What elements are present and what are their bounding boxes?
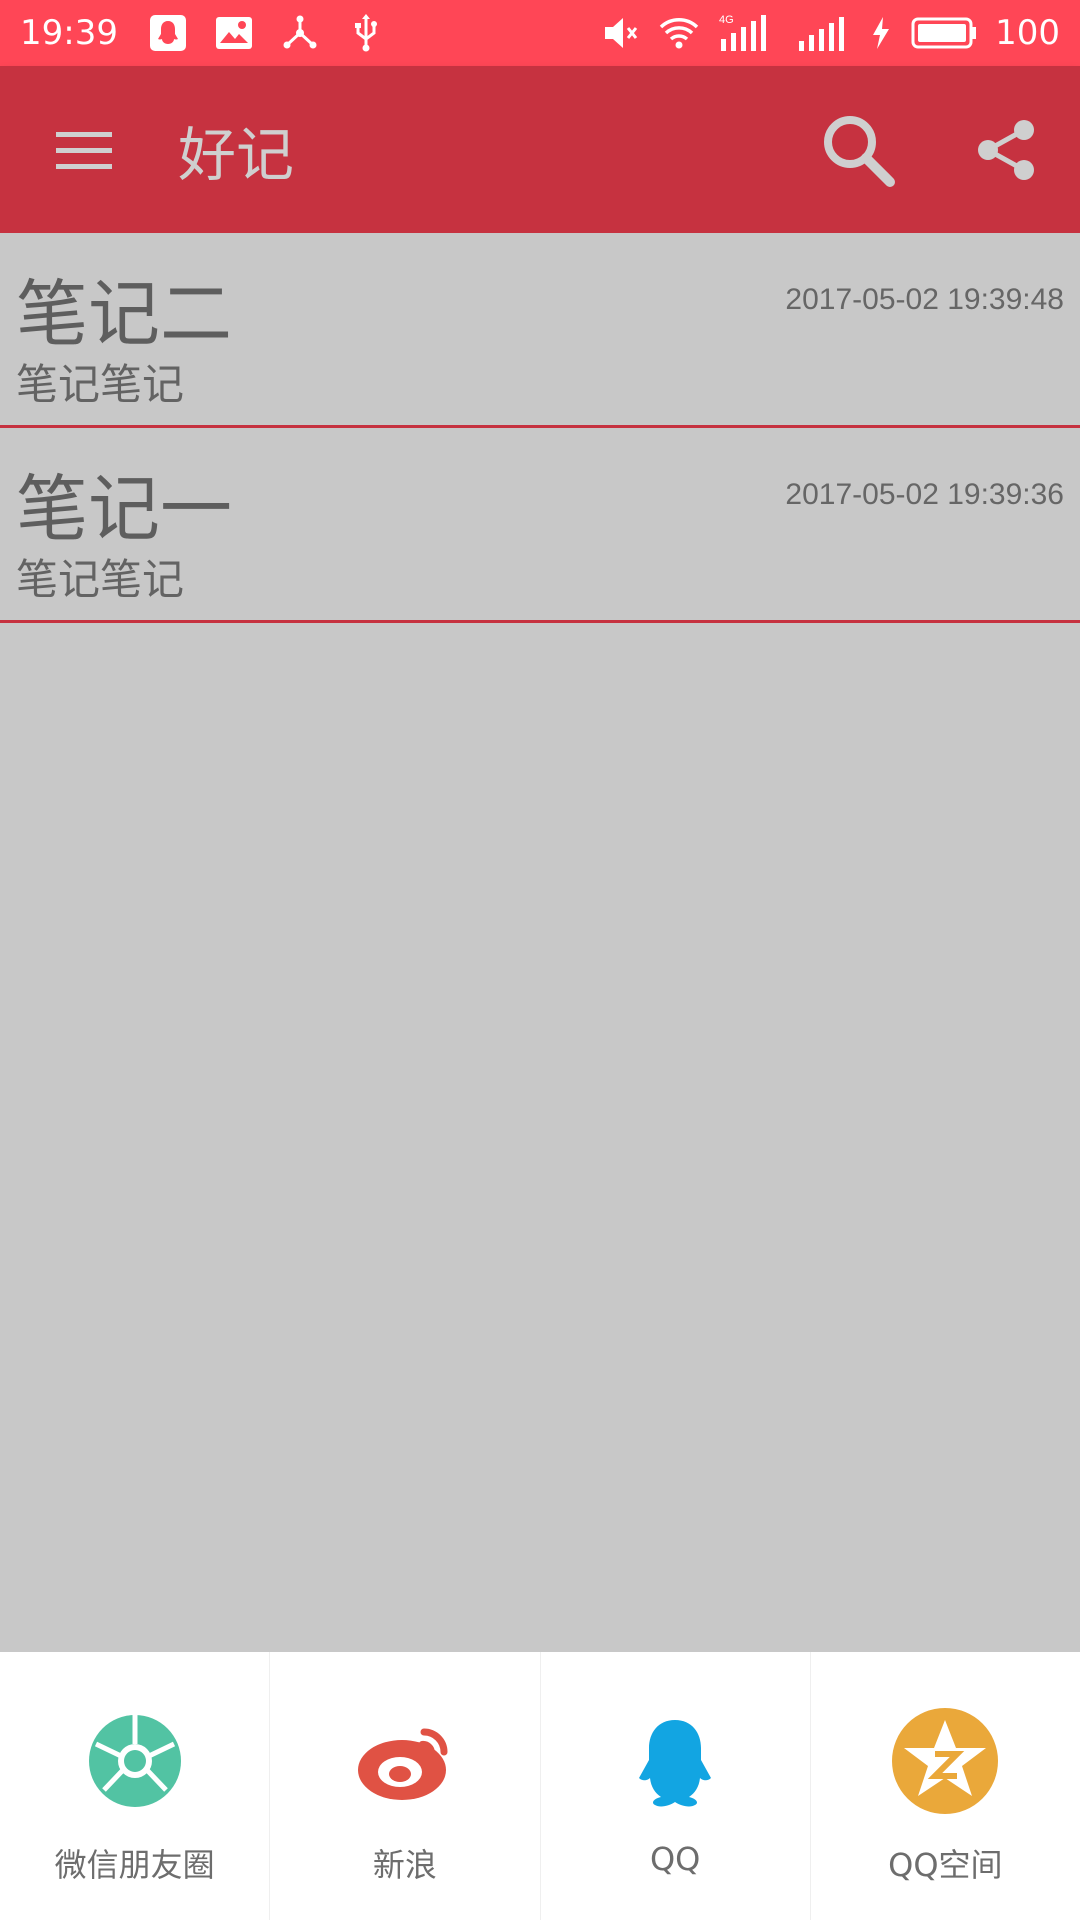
share-label: QQ空间: [888, 1846, 1003, 1884]
share-wechat-moments-button[interactable]: 微信朋友圈: [0, 1652, 271, 1920]
menu-icon[interactable]: [54, 120, 114, 180]
share-label: 微信朋友圈: [54, 1846, 215, 1884]
note-time: 2017-05-02 19:39:36: [785, 478, 1064, 511]
note-time: 2017-05-02 19:39:48: [785, 283, 1064, 316]
svg-text:4G: 4G: [719, 14, 734, 26]
weibo-icon: [350, 1706, 460, 1816]
qq-icon: [620, 1706, 730, 1816]
note-item[interactable]: 笔记二 2017-05-02 19:39:48 笔记笔记: [0, 233, 1080, 428]
share-icon[interactable]: [974, 118, 1038, 182]
note-title: 笔记二: [16, 272, 233, 356]
note-body: 笔记笔记: [16, 555, 185, 604]
signal-icon: 4G: [717, 13, 777, 53]
network-icon: [280, 13, 320, 53]
app-title: 好记: [178, 120, 295, 189]
mute-icon: [601, 13, 641, 53]
notes-list: 笔记二 2017-05-02 19:39:48 笔记笔记 笔记一 2017-05…: [0, 233, 1080, 623]
note-item[interactable]: 笔记一 2017-05-02 19:39:36 笔记笔记: [0, 428, 1080, 623]
system-icons: 4G 100: [601, 13, 1060, 53]
wechat-moments-icon: [80, 1706, 190, 1816]
notification-icons: [148, 13, 386, 53]
share-qzone-button[interactable]: QQ空间: [811, 1652, 1080, 1920]
share-label: 新浪: [372, 1846, 437, 1884]
search-icon[interactable]: [818, 110, 898, 190]
signal-icon-2: [795, 13, 851, 53]
wifi-icon: [659, 13, 699, 53]
share-panel: 微信朋友圈 新浪 QQ QQ空间: [0, 1652, 1080, 1920]
note-body: 笔记笔记: [16, 360, 185, 409]
battery-percent: 100: [995, 13, 1060, 53]
share-qq-button[interactable]: QQ: [541, 1652, 811, 1920]
app-bar: 好记: [0, 66, 1080, 233]
qzone-icon: [890, 1706, 1000, 1816]
image-icon: [214, 13, 254, 53]
usb-icon: [346, 13, 386, 53]
status-bar: 19:39 4G 100: [0, 0, 1080, 66]
share-weibo-button[interactable]: 新浪: [270, 1652, 541, 1920]
charging-icon: [869, 13, 893, 53]
qq-icon: [148, 13, 188, 53]
note-title: 笔记一: [16, 467, 233, 551]
battery-icon: [911, 13, 977, 53]
share-label: QQ: [649, 1840, 701, 1878]
status-time: 19:39: [20, 13, 118, 53]
